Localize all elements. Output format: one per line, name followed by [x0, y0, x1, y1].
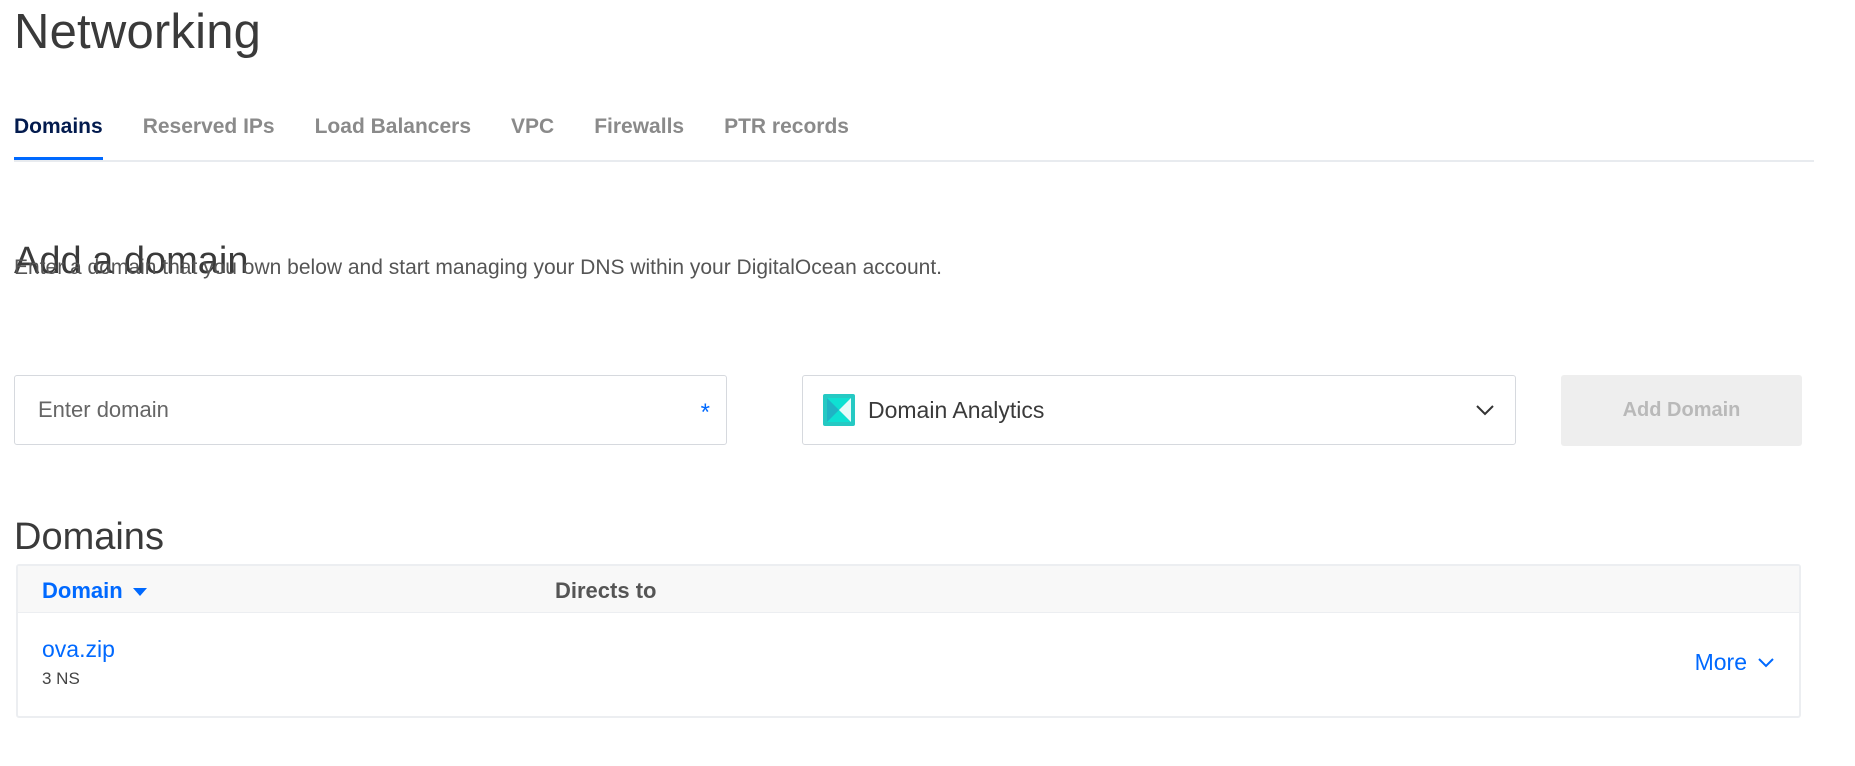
column-header-domain[interactable]: Domain [42, 578, 147, 604]
project-select-value: Domain Analytics [868, 396, 1045, 423]
tab-ptr-records[interactable]: PTR records [724, 112, 849, 158]
more-menu-button[interactable]: More [1695, 649, 1775, 676]
tab-reserved-ips[interactable]: Reserved IPs [143, 112, 275, 158]
table-row: ova.zip 3 NS More [18, 613, 1799, 717]
ns-count: 3 NS [42, 669, 80, 688]
tab-domains[interactable]: Domains [14, 112, 103, 160]
tab-firewalls[interactable]: Firewalls [594, 112, 684, 158]
project-icon [823, 394, 855, 426]
add-domain-description: Enter a domain that you own below and st… [14, 256, 942, 279]
column-header-domain-label: Domain [42, 578, 123, 603]
project-select[interactable]: Domain Analytics [802, 375, 1516, 445]
networking-page: Networking Domains Reserved IPs Load Bal… [0, 0, 1855, 766]
domains-table: Domain Directs to ova.zip 3 NS More [16, 564, 1801, 718]
add-domain-button[interactable]: Add Domain [1561, 375, 1802, 446]
column-header-directs-to: Directs to [555, 578, 657, 603]
tab-vpc[interactable]: VPC [511, 112, 554, 158]
sort-caret-icon [132, 588, 147, 596]
domain-link[interactable]: ova.zip [42, 636, 115, 663]
domain-input-field[interactable]: * [14, 375, 727, 445]
networking-tabs: Domains Reserved IPs Load Balancers VPC … [14, 112, 1814, 162]
more-label: More [1694, 649, 1747, 675]
domains-heading: Domains [14, 516, 164, 558]
required-indicator: * [700, 399, 710, 426]
chevron-down-icon [1758, 657, 1774, 667]
chevron-down-icon [1476, 405, 1494, 416]
page-title: Networking [14, 5, 262, 59]
tab-load-balancers[interactable]: Load Balancers [315, 112, 471, 158]
domain-input[interactable] [36, 396, 701, 424]
table-header: Domain Directs to [18, 566, 1799, 613]
